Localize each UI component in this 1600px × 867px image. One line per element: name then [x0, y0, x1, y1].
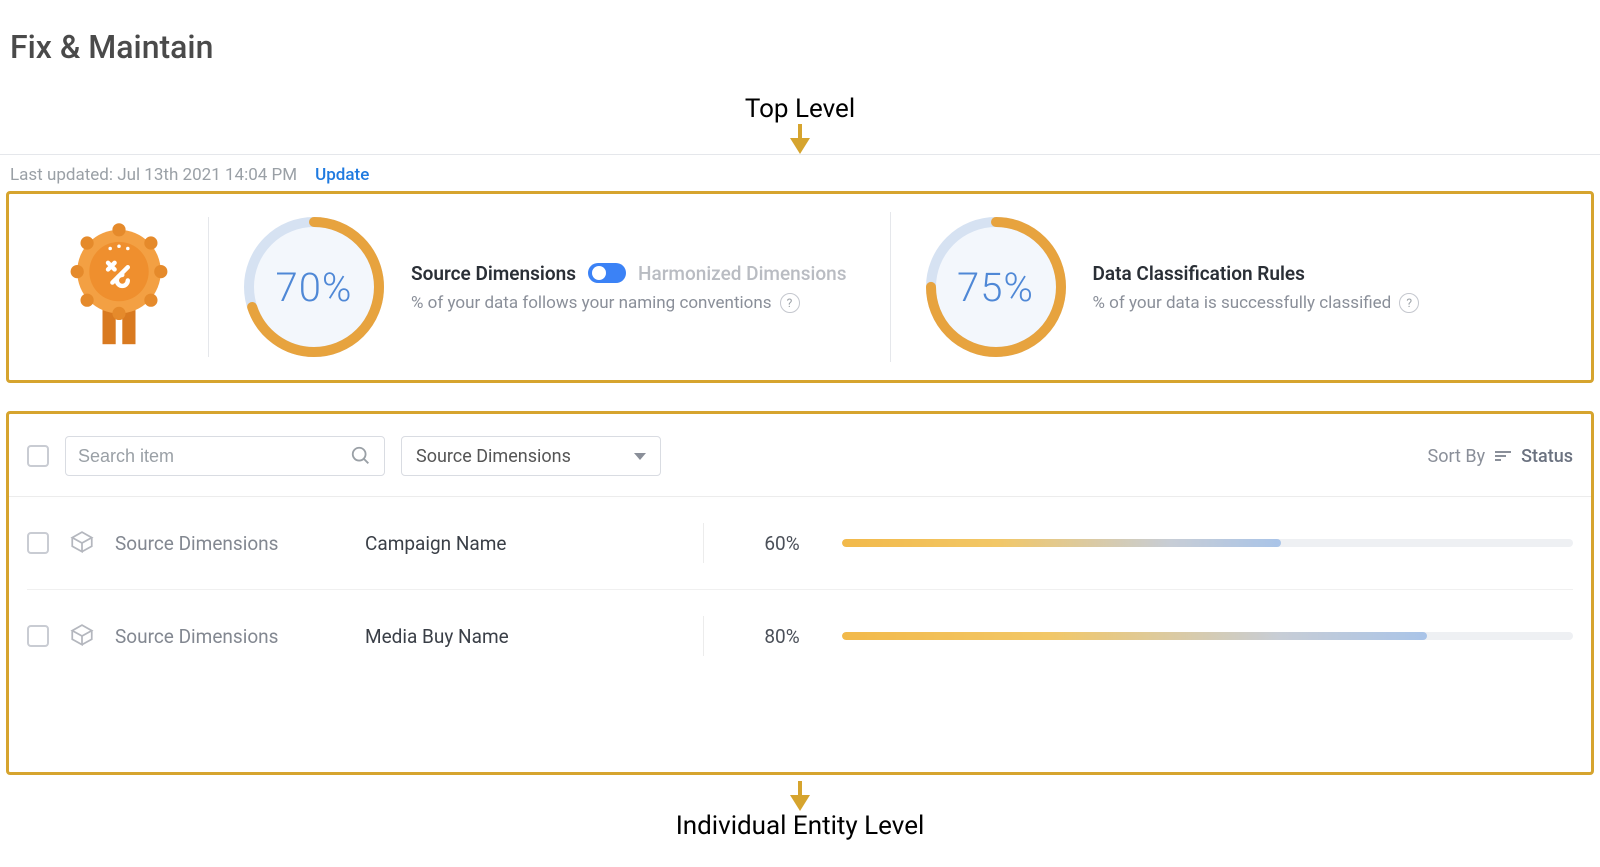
help-icon[interactable]: ?: [1399, 293, 1419, 313]
row-checkbox[interactable]: [27, 625, 49, 647]
row-progress-bar: [842, 632, 1573, 640]
row-name: Media Buy Name: [365, 625, 665, 648]
badge-icon: [64, 221, 174, 353]
sort-by-value: Status: [1521, 446, 1573, 467]
entity-level-panel: Source Dimensions Sort By Status Source …: [6, 411, 1594, 775]
row-divider: [703, 523, 704, 563]
row-percent: 60%: [742, 532, 822, 555]
classification-subtitle: % of your data is successfully classifie…: [1093, 293, 1392, 313]
row-percent: 80%: [742, 625, 822, 648]
row-type: Source Dimensions: [115, 532, 345, 555]
search-icon: [350, 445, 372, 467]
table-row[interactable]: Source Dimensions Campaign Name 60%: [27, 497, 1573, 590]
dimensions-toggle[interactable]: [588, 263, 626, 283]
chevron-down-icon: [634, 453, 646, 460]
row-divider: [703, 616, 704, 656]
row-name: Campaign Name: [365, 532, 665, 555]
sort-by-control[interactable]: Sort By Status: [1428, 446, 1573, 467]
sort-icon: [1495, 451, 1511, 461]
annotation-top-text: Top Level: [745, 94, 855, 124]
source-dimensions-donut: 70%: [239, 212, 389, 362]
classification-title: Data Classification Rules: [1093, 262, 1305, 285]
row-progress-bar: [842, 539, 1573, 547]
search-input[interactable]: [78, 446, 338, 467]
help-icon[interactable]: ?: [780, 293, 800, 313]
source-dimensions-title: Source Dimensions: [411, 262, 576, 285]
row-checkbox[interactable]: [27, 532, 49, 554]
achievement-badge: [29, 217, 209, 357]
arrow-down-icon: [0, 124, 1600, 154]
classification-metric: 75% Data Classification Rules % of your …: [890, 212, 1572, 362]
harmonized-dimensions-title: Harmonized Dimensions: [638, 262, 847, 285]
filter-select[interactable]: Source Dimensions: [401, 436, 661, 476]
row-progress-fill: [842, 539, 1281, 547]
top-level-panel: 70% Source Dimensions Harmonized Dimensi…: [6, 191, 1594, 383]
source-dimensions-metric: 70% Source Dimensions Harmonized Dimensi…: [209, 212, 890, 362]
classification-donut: 75%: [921, 212, 1071, 362]
row-progress-fill: [842, 632, 1427, 640]
sort-by-label: Sort By: [1428, 446, 1486, 467]
table-row[interactable]: Source Dimensions Media Buy Name 80%: [27, 590, 1573, 682]
select-all-checkbox[interactable]: [27, 445, 49, 467]
annotation-bottom-label: Individual Entity Level: [0, 775, 1600, 841]
annotation-top-label: Top Level: [0, 88, 1600, 154]
row-type: Source Dimensions: [115, 625, 345, 648]
annotation-bottom-text: Individual Entity Level: [676, 811, 925, 841]
entity-toolbar: Source Dimensions Sort By Status: [27, 436, 1573, 476]
update-link[interactable]: Update: [315, 165, 369, 185]
source-dimensions-percent: 70%: [239, 212, 389, 362]
search-input-wrapper: [65, 436, 385, 476]
meta-row: Last updated: Jul 13th 2021 14:04 PM Upd…: [0, 155, 1600, 191]
page-title: Fix & Maintain: [0, 0, 1600, 88]
cube-icon: [69, 623, 95, 649]
filter-select-value: Source Dimensions: [416, 446, 571, 467]
source-dimensions-subtitle: % of your data follows your naming conve…: [411, 293, 772, 313]
arrow-down-icon: [0, 781, 1600, 811]
classification-percent: 75%: [921, 212, 1071, 362]
last-updated-text: Last updated: Jul 13th 2021 14:04 PM: [10, 165, 297, 185]
cube-icon: [69, 530, 95, 556]
